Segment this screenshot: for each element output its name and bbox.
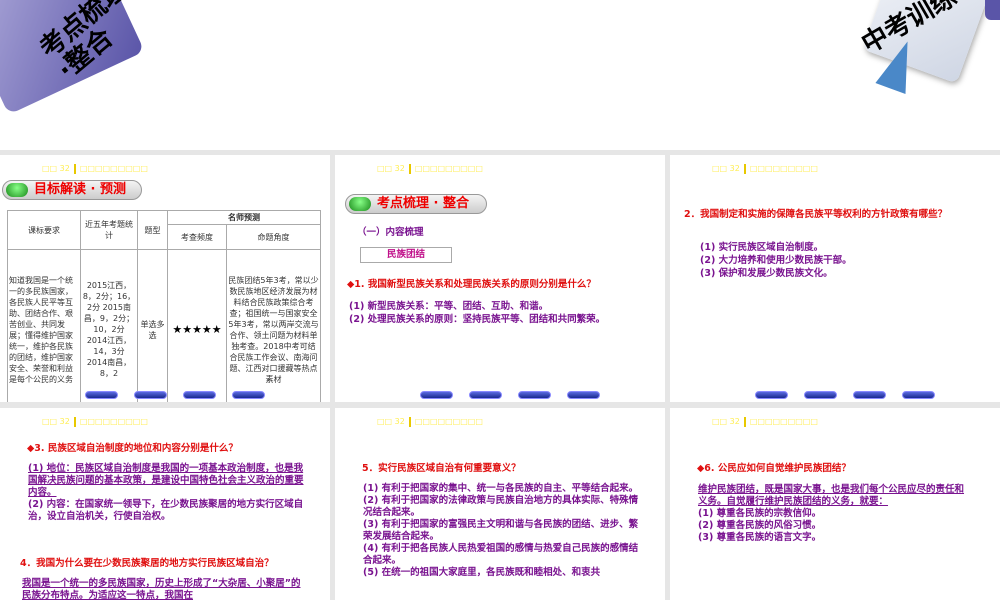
lesson-number: □□ 32: [42, 417, 70, 426]
nav-button[interactable]: [804, 391, 837, 399]
answer: (3) 有利于把国家的富强民主文明和谐与各民族的团结、进步、繁荣发展结合起来。: [363, 519, 639, 542]
nav-button[interactable]: [853, 391, 886, 399]
nav-button[interactable]: [469, 391, 502, 399]
lesson-title: □□□□□□□□□: [749, 164, 818, 173]
slide-thumbnail-1[interactable]: □□ 32 □□□□□□□□□ 目标解读 · 预测 课标要求 近五年考题统计 题型 名师…: [0, 155, 330, 402]
nav-buttons: [85, 391, 265, 399]
lesson-number: □□ 32: [377, 164, 405, 173]
section-pill: 目标解读 · 预测: [2, 180, 142, 200]
answer: (2) 尊重各民族的风俗习惯。: [698, 520, 822, 531]
lesson-number: □□ 32: [712, 417, 740, 426]
cell-type: 单选多选: [137, 249, 168, 402]
nav-button[interactable]: [134, 391, 167, 399]
answer: (2) 大力培养和使用少数民族干部。: [700, 255, 852, 266]
lesson-number: □□ 32: [712, 164, 740, 173]
green-dot-icon: [349, 197, 371, 211]
slide-thumbnail-3[interactable]: □□ 32 □□□□□□□□□ 2．我国制定和实施的保障各民族平等权利的方针政策有…: [670, 155, 1000, 402]
answer: (1) 尊重各民族的宗教信仰。: [698, 508, 822, 519]
question: 2．我国制定和实施的保障各民族平等权利的方针政策有哪些？: [684, 209, 948, 220]
lesson-number: □□ 32: [42, 164, 70, 173]
question: 4．我国为什么要在少数民族聚居的地方实行民族区域自治？: [20, 558, 274, 569]
banner-blue-tab: [985, 0, 1000, 20]
answer: (1) 新型民族关系：平等、团结、互助、和谐。: [349, 301, 549, 312]
slide-header: □□ 32 □□□□□□□□□: [712, 416, 818, 428]
nav-button[interactable]: [85, 391, 118, 399]
topic-box: 民族团结: [360, 247, 452, 263]
pill-label: 目标解读 · 预测: [34, 182, 126, 197]
answer: (1) 实行民族区域自治制度。: [700, 242, 824, 253]
cell-frequency: ★★★★★: [167, 249, 227, 402]
col-header: 考查频度: [167, 224, 227, 250]
answer: (2) 有利于把国家的法律政策与民族自治地方的具体实际、特殊情况结合起来。: [363, 495, 639, 518]
slide-thumbnail-4[interactable]: □□ 32 □□□□□□□□□ ◆3. 民族区域自治制度的地位和内容分别是什么？ …: [0, 408, 330, 600]
answer: (5) 在统一的祖国大家庭里，各民族既和睦相处、和衷共: [363, 567, 601, 578]
col-group-header: 名师预测: [167, 210, 321, 225]
question: ◆3. 民族区域自治制度的地位和内容分别是什么？: [27, 443, 238, 454]
question: ◆1. 我国新型民族关系和处理民族关系的原则分别是什么？: [347, 279, 596, 290]
cell-requirement: 知道我国是一个统一的多民族国家，各民族人民平等互助、团结合作、艰苦创业、共同发展…: [7, 249, 81, 402]
lesson-title: □□□□□□□□□: [79, 164, 148, 173]
nav-button[interactable]: [420, 391, 453, 399]
slide-thumbnail-5[interactable]: □□ 32 □□□□□□□□□ 5．实行民族区域自治有何重要意义？ (1) 有利于…: [335, 408, 665, 600]
nav-buttons: [755, 391, 935, 399]
nav-buttons: [420, 391, 600, 399]
question: ◆6. 公民应如何自觉维护民族团结？: [697, 463, 851, 474]
section-pill: 考点梳理 · 整合: [345, 194, 487, 214]
slide-thumbnail-2[interactable]: □□ 32 □□□□□□□□□ 考点梳理 · 整合 （一）内容梳理 民族团结 ◆1…: [335, 155, 665, 402]
slide-header: □□ 32 □□□□□□□□□: [42, 163, 148, 175]
answer: (3) 保护和发展少数民族文化。: [700, 268, 833, 279]
col-header: 近五年考题统计: [80, 210, 138, 250]
answer: (2) 内容：在国家统一领导下，在少数民族聚居的地方实行区域自治，设立自治机关，…: [28, 499, 304, 522]
lesson-title: □□□□□□□□□: [414, 164, 483, 173]
answer: (3) 尊重各民族的语言文字。: [698, 532, 822, 543]
col-header: 课标要求: [7, 210, 81, 250]
col-header: 题型: [137, 210, 168, 250]
cell-angle: 民族团结5年3考，常以少数民族地区经济发展为材料结合民族政策综合考查；祖国统一与…: [226, 249, 321, 402]
pill-label: 考点梳理 · 整合: [377, 196, 469, 211]
lesson-title: □□□□□□□□□: [79, 417, 148, 426]
answer: 维护民族团结，既是国家大事，也是我们每个公民应尽的责任和义务。自觉履行维护民族团…: [698, 484, 965, 507]
col-header: 命题角度: [226, 224, 321, 250]
slide-header: □□ 32 □□□□□□□□□: [377, 163, 483, 175]
nav-button[interactable]: [183, 391, 216, 399]
section-heading: （一）内容梳理: [357, 227, 424, 238]
answer: (1) 有利于把国家的集中、统一与各民族的自主、平等结合起来。: [363, 483, 639, 494]
answer: (1) 地位：民族区域自治制度是我国的一项基本政治制度，也是我国解决民族问题的基…: [28, 463, 304, 498]
answer: 我国是一个统一的多民族国家，历史上形成了“大杂居、小聚居”的民族分布特点。为适应…: [22, 578, 301, 600]
question: 5．实行民族区域自治有何重要意义？: [362, 463, 521, 474]
nav-button[interactable]: [755, 391, 788, 399]
nav-button[interactable]: [232, 391, 265, 399]
answer: (4) 有利于把各民族人民热爱祖国的感情与热爱自己民族的感情结合起来。: [363, 543, 639, 566]
green-dot-icon: [6, 183, 28, 197]
lesson-title: □□□□□□□□□: [749, 417, 818, 426]
answer: (2) 处理民族关系的原则：坚持民族平等、团结和共同繁荣。: [349, 314, 606, 325]
current-slide-top: 考点梳理·整合 中考训练: [0, 0, 1000, 150]
lesson-number: □□ 32: [377, 417, 405, 426]
slide-header: □□ 32 □□□□□□□□□: [377, 416, 483, 428]
cell-stats: 2015江西，8，2分；16，2分 2015南昌，9，2分；10，2分 2014…: [80, 249, 138, 402]
forecast-table: 课标要求 近五年考题统计 题型 名师预测 考查频度 命题角度 知道我国是一个统一的多民族…: [7, 210, 321, 402]
slide-thumbnail-6[interactable]: □□ 32 □□□□□□□□□ ◆6. 公民应如何自觉维护民族团结？ 维护民族团结…: [670, 408, 1000, 600]
nav-button[interactable]: [518, 391, 551, 399]
lesson-title: □□□□□□□□□: [414, 417, 483, 426]
slide-header: □□ 32 □□□□□□□□□: [712, 163, 818, 175]
nav-button[interactable]: [567, 391, 600, 399]
slide-header: □□ 32 □□□□□□□□□: [42, 416, 148, 428]
nav-button[interactable]: [902, 391, 935, 399]
